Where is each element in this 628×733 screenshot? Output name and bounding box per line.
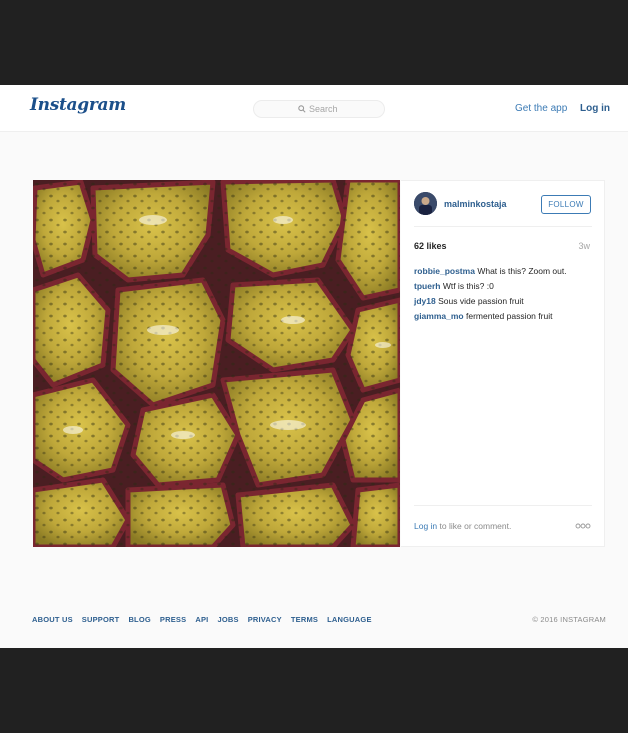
post-author-username[interactable]: malminkostaja	[444, 199, 507, 209]
login-to-like-text: to like or comment.	[439, 521, 512, 531]
comment-item: robbie_postma What is this? Zoom out.	[414, 264, 594, 279]
likes-count[interactable]: 62 likes	[414, 241, 447, 251]
instagram-logo[interactable]: Instagram	[30, 95, 126, 115]
post-photo[interactable]	[33, 180, 400, 547]
comment-list: robbie_postma What is this? Zoom out. tp…	[414, 264, 594, 324]
comment-username[interactable]: jdy18	[414, 296, 436, 306]
follow-button[interactable]: FOLLOW	[541, 195, 591, 214]
avatar[interactable]	[414, 192, 437, 215]
passion-fruit-image	[33, 180, 400, 547]
search-input[interactable]	[309, 101, 379, 117]
get-the-app-link[interactable]: Get the app	[515, 103, 567, 114]
comment-text: What is this? Zoom out.	[477, 266, 567, 276]
comment-text: fermented passion fruit	[465, 311, 553, 321]
footer-nav: ABOUT US SUPPORT BLOG PRESS API JOBS PRI…	[32, 615, 372, 624]
comment-username[interactable]: robbie_postma	[414, 266, 475, 276]
copyright-notice: © 2016 INSTAGRAM	[532, 615, 606, 624]
footer-link-press[interactable]: PRESS	[160, 615, 186, 624]
post-details-panel: malminkostaja FOLLOW 62 likes 3w robbie_…	[401, 180, 605, 547]
user-avatar-image	[414, 192, 437, 215]
comment-item: jdy18 Sous vide passion fruit	[414, 294, 594, 309]
comment-text: Wtf is this? :0	[442, 281, 494, 291]
comment-item: giamma_mo fermented passion fruit	[414, 309, 594, 324]
top-navigation-bar: Instagram Get the app Log in	[0, 85, 628, 132]
footer-link-jobs[interactable]: JOBS	[217, 615, 238, 624]
footer-link-terms[interactable]: TERMS	[291, 615, 318, 624]
login-to-like-prompt: Log in to like or comment.	[414, 521, 511, 531]
comment-item: tpuerh Wtf is this? :0	[414, 279, 594, 294]
divider	[414, 505, 592, 506]
comment-username[interactable]: giamma_mo	[414, 311, 464, 321]
search-icon	[298, 105, 306, 113]
search-box[interactable]	[253, 100, 385, 118]
log-in-link[interactable]: Log in	[580, 103, 610, 114]
divider	[414, 226, 592, 227]
more-options-icon[interactable]	[575, 523, 591, 529]
instagram-page: Instagram Get the app Log in	[0, 85, 628, 648]
footer-link-language[interactable]: LANGUAGE	[327, 615, 372, 624]
post-age[interactable]: 3w	[578, 241, 590, 251]
footer-link-blog[interactable]: BLOG	[128, 615, 150, 624]
footer-link-privacy[interactable]: PRIVACY	[248, 615, 282, 624]
login-to-like-link[interactable]: Log in	[414, 521, 437, 531]
footer-link-about-us[interactable]: ABOUT US	[32, 615, 73, 624]
footer-link-api[interactable]: API	[195, 615, 208, 624]
comment-username[interactable]: tpuerh	[414, 281, 440, 291]
footer-link-support[interactable]: SUPPORT	[82, 615, 120, 624]
comment-text: Sous vide passion fruit	[438, 296, 524, 306]
